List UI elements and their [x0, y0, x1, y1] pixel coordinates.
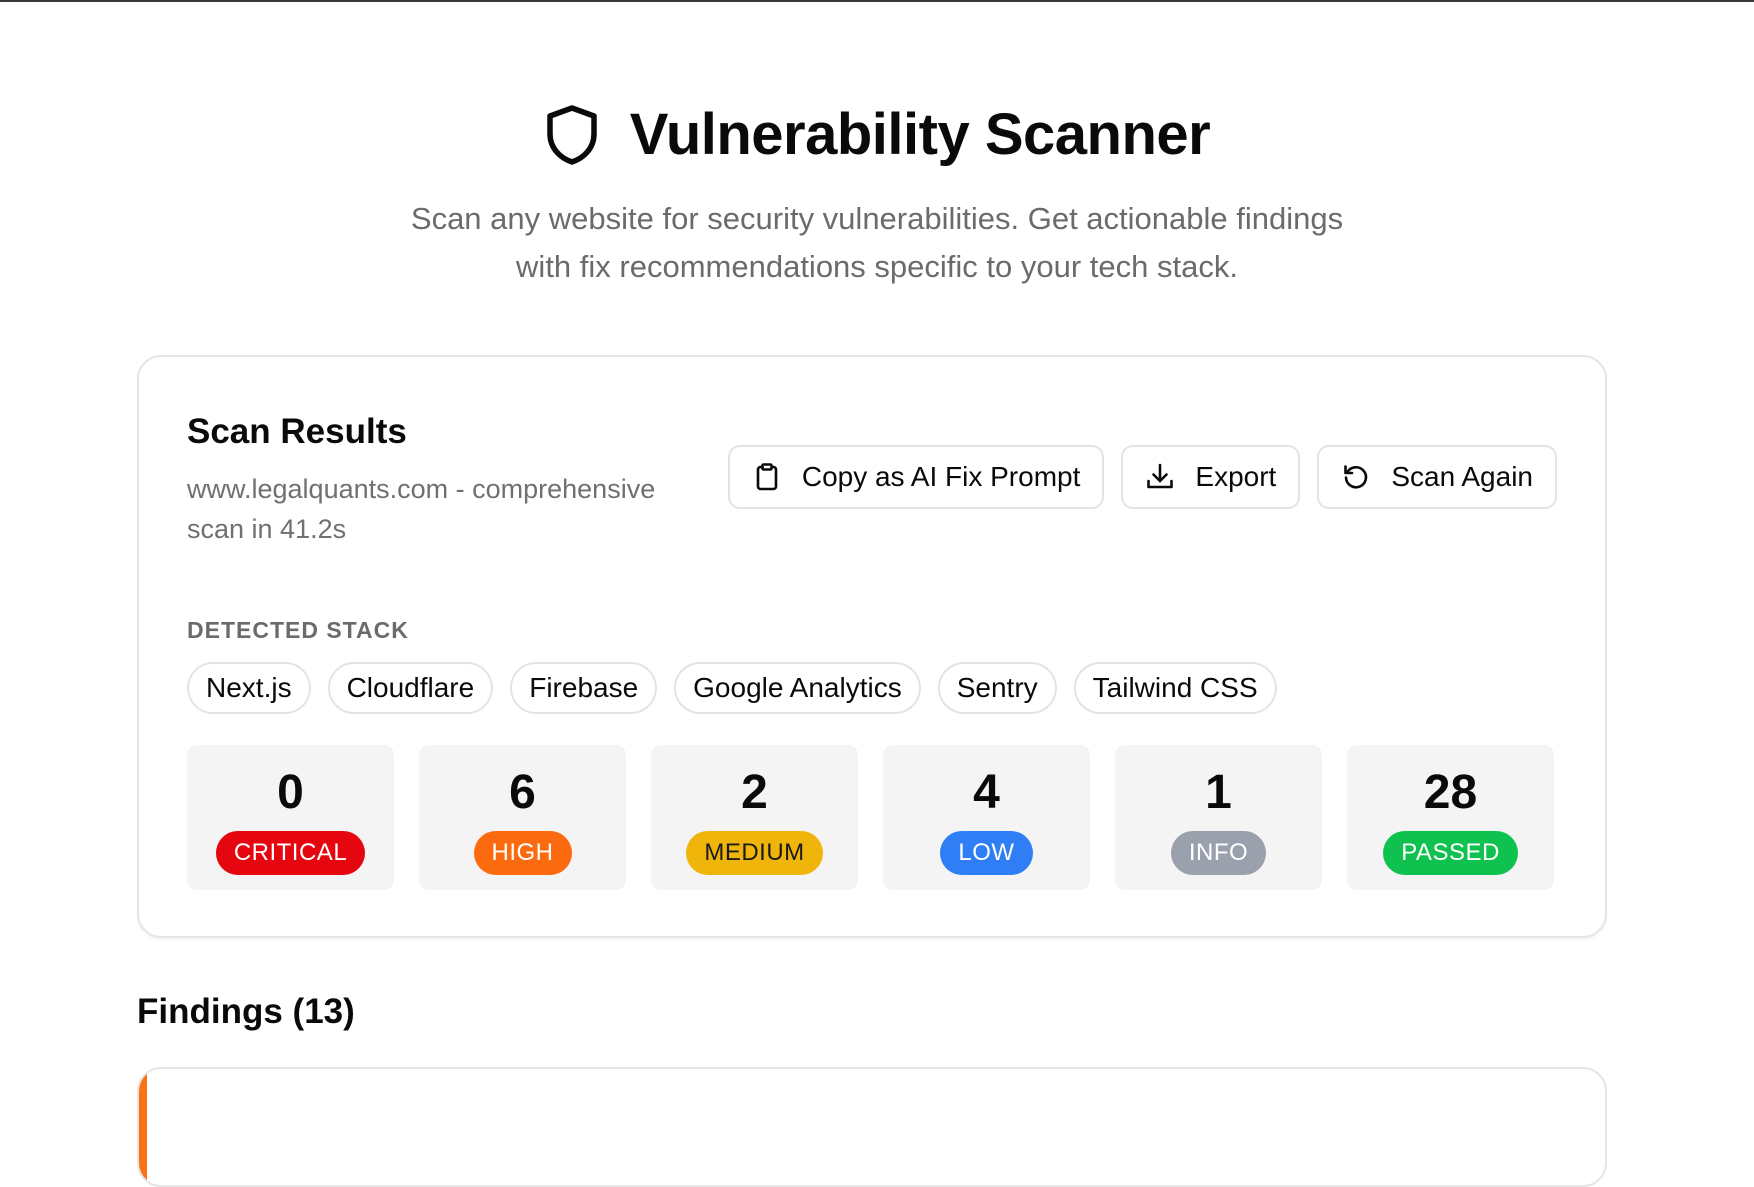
stack-tag-cloudflare: Cloudflare [327, 662, 494, 714]
scan-results-meta: www.legalquants.com - comprehensive scan… [187, 474, 656, 544]
stat-medium: 2 MEDIUM [651, 745, 858, 890]
stack-tag-google-analytics: Google Analytics [674, 662, 921, 714]
severity-badge-info: INFO [1170, 831, 1267, 875]
stat-info: 1 INFO [1115, 745, 1322, 890]
page-subtitle: Scan any website for security vulnerabil… [0, 195, 1754, 291]
results-actions: Copy as AI Fix Prompt Export Scan Again [727, 445, 1557, 509]
stat-count: 4 [973, 766, 1000, 819]
severity-badge-critical: CRITICAL [215, 831, 366, 875]
detected-stack-list: Next.js Cloudflare Firebase Google Analy… [187, 662, 1277, 714]
stack-tag-sentry: Sentry [937, 662, 1057, 714]
stat-high: 6 HIGH [419, 745, 626, 890]
stack-tag-firebase: Firebase [510, 662, 658, 714]
page-header: Vulnerability Scanner [0, 100, 1754, 170]
clipboard-icon [756, 463, 778, 491]
download-icon [1147, 463, 1174, 489]
stat-count: 2 [741, 766, 768, 819]
stat-critical: 0 CRITICAL [187, 745, 394, 890]
stat-count: 28 [1423, 766, 1478, 819]
subtitle-line-1: Scan any website for security vulnerabil… [410, 201, 1344, 236]
stat-count: 0 [277, 766, 304, 819]
subtitle-line-2: with fix recommendations specific to you… [516, 249, 1238, 284]
page-title: Vulnerability Scanner [629, 102, 1211, 167]
stack-tag-nextjs: Next.js [187, 662, 311, 714]
detected-stack-label: DETECTED STACK [187, 617, 409, 643]
stat-count: 6 [509, 766, 536, 819]
severity-badge-passed: PASSED [1383, 831, 1518, 875]
copy-ai-fix-prompt-label: Copy as AI Fix Prompt [801, 461, 1081, 492]
stat-low: 4 LOW [883, 745, 1090, 890]
stat-passed: 28 PASSED [1347, 745, 1554, 890]
scan-again-label: Scan Again [1391, 461, 1533, 492]
header-title-group: Vulnerability Scanner [544, 100, 1211, 170]
stat-count: 1 [1205, 766, 1232, 819]
severity-badge-medium: MEDIUM [686, 831, 823, 875]
stack-tag-tailwind-css: Tailwind CSS [1073, 662, 1277, 714]
finding-severity-accent [139, 1069, 147, 1185]
scan-again-button[interactable]: Scan Again [1317, 445, 1557, 509]
export-button[interactable]: Export [1121, 445, 1301, 509]
severity-badge-high: HIGH [473, 831, 572, 875]
finding-card[interactable] [137, 1067, 1607, 1187]
refresh-icon [1344, 465, 1368, 489]
export-label: Export [1195, 461, 1277, 492]
page: Vulnerability Scanner Scan any website f… [0, 0, 1754, 1187]
scan-results-card: Scan Results www.legalquants.com - compr… [137, 355, 1607, 938]
shield-icon [547, 105, 597, 165]
copy-ai-fix-prompt-button[interactable]: Copy as AI Fix Prompt [727, 445, 1105, 509]
severity-summary: 0 CRITICAL 6 HIGH 2 MEDIUM 4 LOW 1 INFO … [187, 745, 1554, 890]
severity-badge-low: LOW [940, 831, 1033, 875]
scan-results-title: Scan Results [187, 412, 407, 451]
findings-title: Findings (13) [137, 992, 355, 1031]
